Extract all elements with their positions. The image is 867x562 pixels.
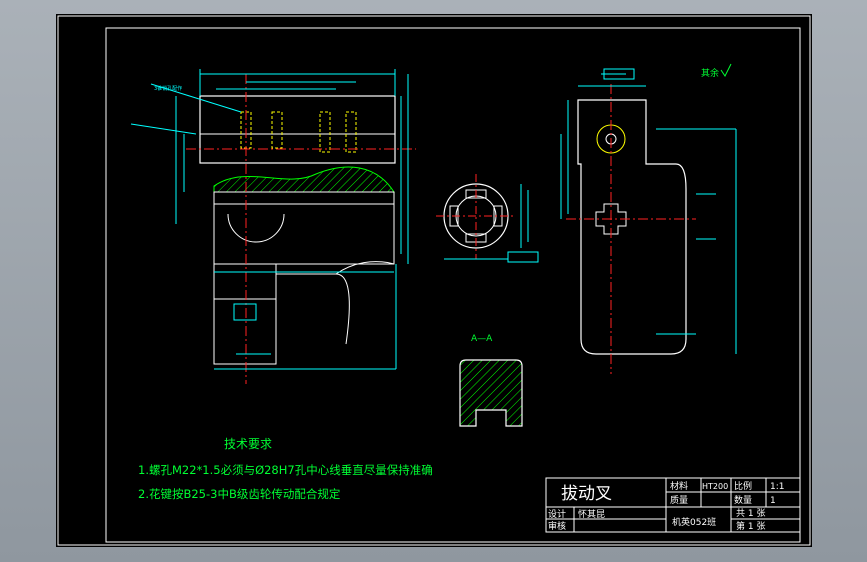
sheet-number: 第 1 张 xyxy=(736,520,765,532)
designer-name: 怀其昆 xyxy=(578,508,605,520)
cad-viewport: 其余 A—A 3锥销孔配作 技术要求 1.螺孔M22*1.5必须与Ø28H7孔中… xyxy=(0,0,867,562)
tech-requirements: 技术要求 1.螺孔M22*1.5必须与Ø28H7孔中心线垂直尽量保持准确 2.花… xyxy=(138,437,433,501)
roughness-symbol xyxy=(720,63,732,77)
threaded-hole-4 xyxy=(345,111,357,153)
spline-section-view[interactable] xyxy=(436,174,539,263)
tech-requirement-2: 2.花键按B25-3中B级齿轮传动配合规定 xyxy=(138,487,341,501)
material-label: 材料 xyxy=(670,480,688,492)
front-view-fork-body xyxy=(213,203,395,265)
front-view-middle-block xyxy=(213,191,395,205)
drawing-canvas[interactable]: 其余 A—A 3锥销孔配作 技术要求 1.螺孔M22*1.5必须与Ø28H7孔中… xyxy=(56,14,812,547)
review-label: 审核 xyxy=(548,520,566,532)
quantity-label: 数量 xyxy=(734,494,752,506)
pin-hole-note: 3锥销孔配作 xyxy=(154,85,182,92)
front-view[interactable] xyxy=(130,69,416,384)
quantity-value: 1 xyxy=(770,496,776,506)
drawing-svg: 其余 A—A 3锥销孔配作 技术要求 1.螺孔M22*1.5必须与Ø28H7孔中… xyxy=(57,15,811,546)
section-a-a-hatch xyxy=(459,359,523,427)
scale-label: 比例 xyxy=(734,480,752,492)
front-view-dimensions xyxy=(130,69,409,370)
side-view-dimensions xyxy=(560,68,737,354)
tech-requirements-title: 技术要求 xyxy=(224,437,272,451)
tech-requirement-1: 1.螺孔M22*1.5必须与Ø28H7孔中心线垂直尽量保持准确 xyxy=(138,463,433,477)
section-a-a[interactable]: A—A xyxy=(459,334,523,427)
material-value: HT200 xyxy=(702,482,728,491)
section-label: A—A xyxy=(471,334,493,344)
mass-label: 质量 xyxy=(670,494,688,506)
design-label: 设计 xyxy=(548,508,566,520)
spline-section-hatch xyxy=(213,166,395,193)
threaded-hole-3 xyxy=(319,111,331,153)
fork-arm-outline xyxy=(213,261,395,365)
scale-value: 1:1 xyxy=(770,482,784,492)
total-sheets: 共 1 张 xyxy=(736,508,765,519)
side-view[interactable]: 其余 xyxy=(560,63,737,374)
roughness-note: 其余 xyxy=(701,67,719,79)
side-view-outline xyxy=(577,99,687,355)
fork-slot-arc xyxy=(227,213,285,243)
front-view-top-block xyxy=(199,95,396,164)
part-name: 拔动叉 xyxy=(561,484,612,504)
threaded-hole-2 xyxy=(271,111,283,149)
class-name: 机英052班 xyxy=(672,516,716,528)
